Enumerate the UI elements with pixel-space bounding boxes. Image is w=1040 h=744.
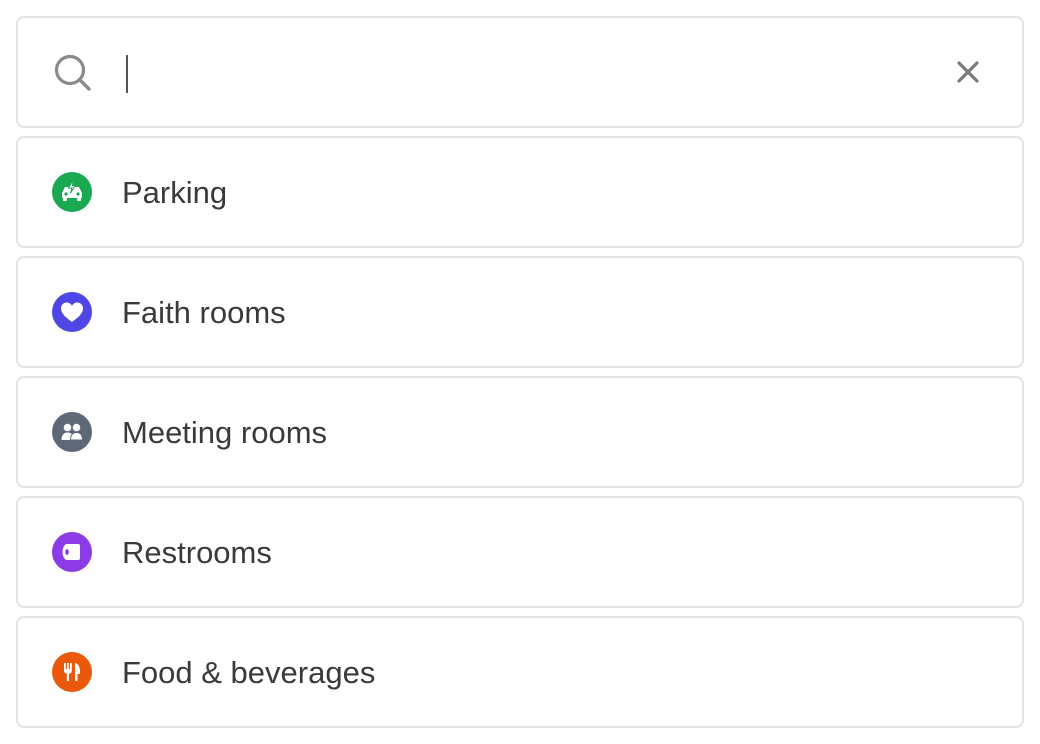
search-icon [54, 54, 91, 91]
toilet-paper-icon [52, 532, 92, 572]
facility-search-panel: Parking Faith rooms Meeting rooms Restro… [0, 0, 1040, 744]
list-item-label: Parking [122, 175, 228, 210]
list-item-label: Restrooms [122, 535, 272, 570]
search-input[interactable] [122, 48, 942, 98]
list-item-meeting-rooms[interactable]: Meeting rooms [16, 376, 1024, 488]
list-item-restrooms[interactable]: Restrooms [16, 496, 1024, 608]
list-item-label: Food & beverages [122, 655, 376, 690]
heart-icon [52, 292, 92, 332]
list-item-faith-rooms[interactable]: Faith rooms [16, 256, 1024, 368]
close-icon[interactable] [952, 56, 984, 88]
text-caret [126, 55, 128, 93]
list-item-food-beverages[interactable]: Food & beverages [16, 616, 1024, 728]
list-item-label: Meeting rooms [122, 415, 328, 450]
people-icon [52, 412, 92, 452]
utensils-icon [52, 652, 92, 692]
ev-car-icon [52, 172, 92, 212]
list-item-parking[interactable]: Parking [16, 136, 1024, 248]
list-item-label: Faith rooms [122, 295, 286, 330]
search-bar[interactable] [16, 16, 1024, 128]
